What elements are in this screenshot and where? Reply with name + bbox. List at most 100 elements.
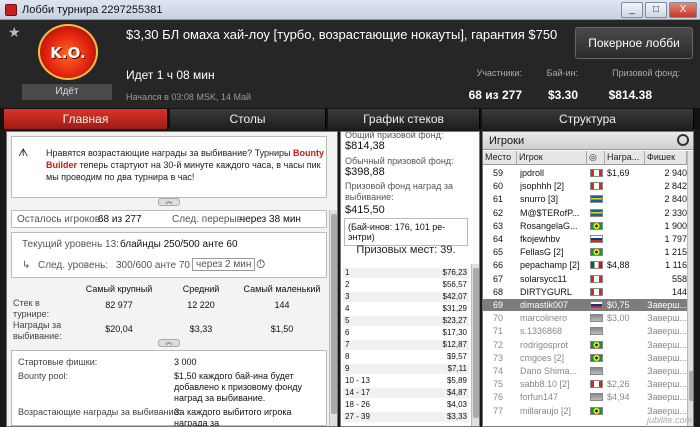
player-chips: Заверш... [647,339,687,350]
player-place: 66 [493,260,504,271]
promo-notice: ᗑ Нравятся возрастающие награды за выбив… [11,136,327,198]
promo-text-end: теперь стартуют на 30-й минуте каждого ч… [46,160,321,182]
player-place: 75 [493,379,504,390]
player-bounty: $1,69 [607,168,630,178]
players-scrollbar[interactable] [687,151,693,426]
player-place: 77 [493,405,504,416]
player-name: jsophhh [2] [520,181,565,192]
player-name: millaraujo [2] [520,405,572,416]
player-row[interactable]: 75 sabb8.10 [2] $2,26 Заверш... [483,378,687,390]
close-button[interactable]: X [669,2,697,18]
player-row[interactable]: 70 marcolinero $3,00 Заверш... [483,312,687,324]
prize-amount: $31,29 [442,304,467,313]
tab-tables[interactable]: Столы [170,109,326,129]
search-icon[interactable] [677,134,689,146]
player-bounty: $3,00 [607,313,630,324]
players-scroll-thumb[interactable] [689,371,693,401]
next-level-label: След. уровень: [38,260,109,271]
player-name: M@$TERofP... [520,207,580,218]
prize-place: 9 [345,364,350,373]
player-name: pepachamp [2] [520,260,580,271]
prize-amount: $4,87 [446,388,467,397]
player-chips: 1 215 [664,247,687,258]
player-place: 69 [493,300,504,310]
prize-place: 5 [345,316,350,325]
collapse-notice-button[interactable]: ︽ [158,198,180,206]
bounty-pool-label: Bounty pool: [18,371,69,381]
player-row[interactable]: 62 M@$TERofP... 2 330 [483,207,687,219]
prize-scrollbar[interactable] [471,264,479,426]
country-flag-icon [590,261,603,270]
window-title: Лобби турнира 2297255381 [22,4,163,16]
stack-row-label: Стек в турнире: [13,298,50,319]
bounty-prize-value: $415,50 [345,204,385,216]
player-chips: Заверш... [647,366,687,376]
current-level-label: Текущий уровень 13: [22,239,119,250]
tab-structure[interactable]: Структура [482,109,694,129]
player-chips: 1 116 [665,260,687,271]
bounty-prize-label: Призовой фонд наград за выбивание: [345,181,454,202]
player-place: 60 [493,181,504,192]
player-row[interactable]: 74 Dano Shima... Заверш... [483,365,687,377]
prize-amount: $23,27 [442,316,467,325]
main-panel-scrollbar[interactable] [329,210,337,426]
col-bounty[interactable]: Награ... [605,151,645,165]
country-flag-icon [590,367,603,375]
player-row[interactable]: 71 s.1336868 Заверш... [483,325,687,337]
maximize-button[interactable]: □ [645,2,667,18]
tab-stack-chart[interactable]: График стеков [328,109,480,129]
country-flag-icon [590,287,603,296]
player-row[interactable]: 60 jsophhh [2] 2 842 [483,180,687,192]
player-row[interactable]: 69 dimastik007 $0,75 Заверш... [483,299,687,311]
app-icon [5,4,17,16]
player-row[interactable]: 68 DIRTYGURL 144 [483,286,687,298]
player-row[interactable]: 66 pepachamp [2] $4,88 1 116 [483,259,687,271]
remaining-label: Осталось игроков: [17,214,103,225]
country-flag-icon [590,301,603,309]
tournament-header: ★ K.O. Идёт $3,30 БЛ омаха хай-лоу [турб… [0,20,700,108]
favorite-star-icon[interactable]: ★ [8,24,21,41]
player-row[interactable]: 76 forfun147 $4,94 Заверш... [483,391,687,403]
player-row[interactable]: 73 cmgoes [2] Заверш... [483,352,687,364]
country-flag-icon [590,353,603,362]
participants-value: 68 из 277 [468,88,522,102]
player-place: 62 [493,207,504,218]
player-row[interactable]: 72 rodrigosprot Заверш... [483,339,687,351]
player-bounty: $4,88 [607,260,630,271]
prize-place: 18 - 26 [345,400,370,409]
player-row[interactable]: 61 snurro [3] 2 840 [483,193,687,205]
poker-lobby-button[interactable]: Покерное лобби [575,27,693,59]
player-name: Dano Shima... [520,366,578,376]
collapse-stats-button[interactable]: ︽ [158,339,180,347]
lobby-tabs: Главная Столы График стеков Структура [0,108,700,129]
col-player[interactable]: Игрок [517,151,587,165]
player-row[interactable]: 64 fkojewhbv 1 797 [483,233,687,245]
prize-scroll-thumb[interactable] [473,268,479,418]
main-panel-scroll-thumb[interactable] [331,214,337,414]
player-row[interactable]: 67 solarsycc11 558 [483,273,687,285]
country-flag-icon [590,235,603,243]
remaining-value: 68 из 277 [98,214,142,225]
next-break-value: через 38 мин [240,214,301,225]
minimize-button[interactable]: _ [621,2,643,18]
col-place[interactable]: Место [483,151,517,165]
tournament-title: $3,30 БЛ омаха хай-лоу [турбо, возрастаю… [126,27,558,42]
bounty-row-label: Награды за выбивание: [13,320,62,341]
player-row[interactable]: 65 FellasG [2] 1 215 [483,246,687,258]
player-bounty: $2,26 [607,379,630,390]
player-row[interactable]: 63 RosangelaG... 1 900 [483,220,687,232]
tab-main[interactable]: Главная [4,109,168,129]
bounty-smallest: $1,50 [270,324,294,334]
prize-row: 5 $23,27 [343,316,469,326]
col-chips[interactable]: Фишек [645,151,687,165]
player-name: solarsycc11 [520,273,567,284]
player-row[interactable]: 59 jpdroll $1,69 2 940 [483,167,687,179]
country-flag-icon [590,380,603,389]
window-titlebar: Лобби турнира 2297255381 _ □ X [0,0,700,20]
tournament-status-badge: Идёт [22,84,112,100]
player-chips: 1 900 [664,220,687,231]
stack-header-smallest: Самый маленький [243,284,321,294]
col-country-globe-icon[interactable]: ◎ [587,151,605,165]
stack-smallest: 144 [274,300,290,310]
prize-place: 27 - 39 [345,412,370,421]
